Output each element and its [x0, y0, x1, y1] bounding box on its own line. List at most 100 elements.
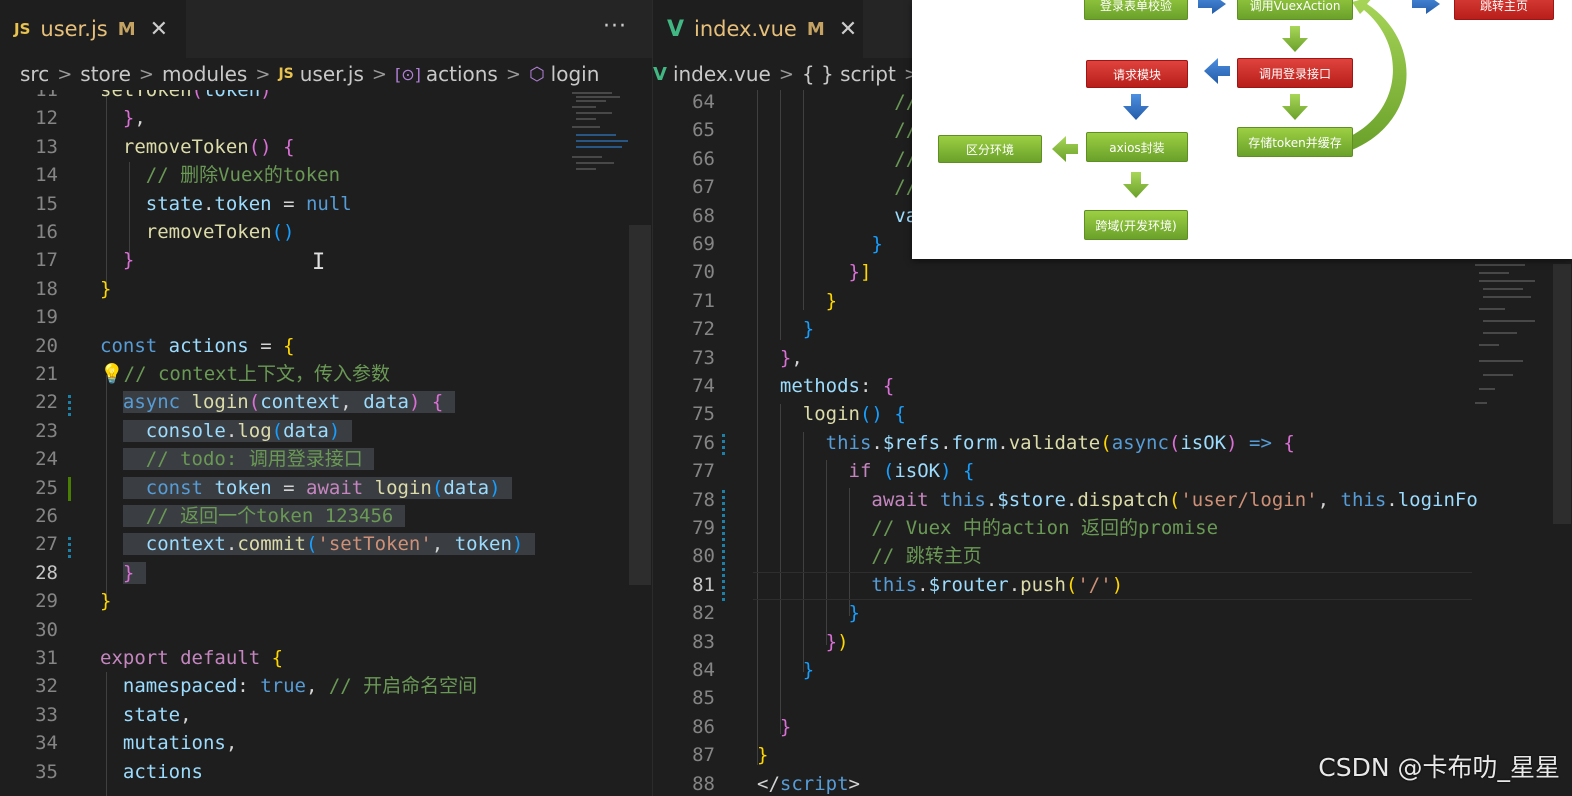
code-text[interactable]: // 删除Vuex的token [100, 161, 340, 189]
code-text[interactable]: state.token = null [100, 190, 352, 218]
code-text[interactable]: this.$refs.form.validate(async(isOK) => … [757, 429, 1295, 457]
code-text[interactable]: state, [100, 701, 192, 729]
code-text[interactable]: // [757, 173, 917, 201]
code-line[interactable]: 75 login() { [653, 400, 1572, 428]
code-line[interactable]: 85 [653, 684, 1572, 712]
code-line[interactable]: 17 } [0, 246, 652, 274]
code-line[interactable]: 27 context.commit('setToken', token) [0, 530, 652, 558]
vertical-scrollbar[interactable] [629, 225, 651, 585]
code-line[interactable]: 29} [0, 587, 652, 615]
breadcrumb-login[interactable]: login [551, 62, 600, 86]
code-line[interactable]: 76 this.$refs.form.validate(async(isOK) … [653, 429, 1572, 457]
code-line[interactable]: 18} [0, 275, 652, 303]
code-line[interactable]: 77 if (isOK) { [653, 457, 1572, 485]
minimap[interactable] [1475, 264, 1535, 414]
code-line[interactable]: 70 }] [653, 258, 1572, 286]
code-text[interactable]: // todo: 调用登录接口 [100, 445, 375, 473]
code-text[interactable]: } [100, 587, 111, 615]
vertical-scrollbar[interactable] [1553, 264, 1571, 524]
code-text[interactable]: } [100, 559, 146, 587]
code-line[interactable]: 24 // todo: 调用登录接口 [0, 445, 652, 473]
code-line[interactable]: 15 state.token = null [0, 190, 652, 218]
breadcrumb-store[interactable]: store [80, 62, 131, 86]
code-line[interactable]: 71 } [653, 287, 1572, 315]
code-text[interactable]: // [757, 90, 917, 116]
code-text[interactable]: const actions = { [100, 332, 295, 360]
code-line[interactable]: 11 setToken(token) [0, 90, 652, 104]
tab-user-js[interactable]: JS user.js M ✕ [0, 0, 186, 58]
code-line[interactable]: 35 actions [0, 758, 652, 786]
code-line[interactable]: 21 💡// context上下文，传入参数 [0, 360, 652, 388]
breadcrumb-actions[interactable]: actions [426, 62, 498, 86]
code-line[interactable]: 34 mutations, [0, 729, 652, 757]
code-line[interactable]: 14 // 删除Vuex的token [0, 161, 652, 189]
code-line[interactable]: 74 methods: { [653, 372, 1572, 400]
code-text[interactable]: va [757, 202, 917, 230]
code-line[interactable]: 86 } [653, 713, 1572, 741]
code-text[interactable]: } [757, 230, 882, 258]
code-line[interactable]: 80 // 跳转主页 [653, 542, 1572, 570]
breadcrumb-src[interactable]: src [20, 62, 49, 86]
code-text[interactable]: // 返回一个token 123456 [100, 502, 405, 530]
close-tab-icon[interactable]: ✕ [150, 17, 168, 42]
code-text[interactable]: context.commit('setToken', token) [100, 530, 535, 558]
code-text[interactable]: } [757, 656, 814, 684]
code-text[interactable]: }, [100, 104, 146, 132]
code-line[interactable]: 82 } [653, 599, 1572, 627]
code-text[interactable]: await this.$store.dispatch('user/login',… [757, 486, 1477, 514]
code-line[interactable]: 32 namespaced: true, // 开启命名空间 [0, 672, 652, 700]
code-line[interactable]: 19 [0, 303, 652, 331]
code-line[interactable]: 73 }, [653, 344, 1572, 372]
code-line[interactable]: 26 // 返回一个token 123456 [0, 502, 652, 530]
code-text[interactable]: } [757, 599, 860, 627]
breadcrumb-file[interactable]: index.vue [673, 62, 771, 86]
code-text[interactable]: }) [757, 628, 849, 656]
code-text[interactable]: methods: { [757, 372, 894, 400]
code-text[interactable]: login() { [757, 400, 906, 428]
minimap[interactable] [572, 90, 632, 200]
code-text[interactable]: // [757, 116, 917, 144]
code-text[interactable]: } [757, 741, 768, 769]
code-line[interactable]: 22 async login(context, data) { [0, 388, 652, 416]
code-text[interactable]: setToken(token) [100, 90, 272, 104]
code-line[interactable]: 28 } [0, 559, 652, 587]
code-text[interactable]: async login(context, data) { [100, 388, 455, 416]
code-text[interactable]: } [100, 246, 134, 274]
code-line[interactable]: 13 removeToken() { [0, 133, 652, 161]
code-text[interactable]: console.log(data) [100, 417, 352, 445]
code-text[interactable]: const token = await login(data) [100, 474, 512, 502]
code-line[interactable]: 20 const actions = { [0, 332, 652, 360]
breadcrumb-modules[interactable]: modules [162, 62, 247, 86]
code-line[interactable]: 33 state, [0, 701, 652, 729]
code-text[interactable]: actions [100, 758, 203, 786]
code-line[interactable]: 84 } [653, 656, 1572, 684]
code-editor-user-js[interactable]: 11 setToken(token) 12 }, 13 removeToken() {… [0, 90, 652, 796]
code-text[interactable]: // 跳转主页 [757, 542, 981, 570]
code-line[interactable]: 81 this.$router.push('/') [653, 571, 1572, 599]
code-text[interactable]: this.$router.push('/') [757, 571, 1123, 599]
code-line[interactable]: 79 // Vuex 中的action 返回的promise [653, 514, 1572, 542]
code-text[interactable]: } [100, 275, 111, 303]
code-text[interactable]: // [757, 145, 917, 173]
breadcrumb-script[interactable]: { } script [802, 62, 896, 86]
code-text[interactable]: removeToken() [100, 218, 295, 246]
code-line[interactable]: 25 const token = await login(data) [0, 474, 652, 502]
code-line[interactable]: 23 console.log(data) [0, 417, 652, 445]
code-line[interactable]: 12 }, [0, 104, 652, 132]
code-text[interactable]: 💡// context上下文，传入参数 [100, 360, 390, 388]
more-actions-icon[interactable]: ··· [603, 14, 627, 39]
code-text[interactable]: mutations, [100, 729, 237, 757]
code-text[interactable]: } [757, 315, 814, 343]
code-line[interactable]: 30 [0, 616, 652, 644]
code-text[interactable]: </script> [757, 770, 860, 796]
code-line[interactable]: 16 removeToken() [0, 218, 652, 246]
code-text[interactable]: } [757, 287, 837, 315]
code-text[interactable]: }] [757, 258, 872, 286]
code-text[interactable]: // Vuex 中的action 返回的promise [757, 514, 1218, 542]
code-text[interactable]: } [757, 713, 791, 741]
code-text[interactable]: if (isOK) { [757, 457, 975, 485]
code-line[interactable]: 78 await this.$store.dispatch('user/logi… [653, 486, 1572, 514]
code-text[interactable]: namespaced: true, // 开启命名空间 [100, 672, 477, 700]
code-text[interactable]: }, [757, 344, 803, 372]
code-line[interactable]: 72 } [653, 315, 1572, 343]
